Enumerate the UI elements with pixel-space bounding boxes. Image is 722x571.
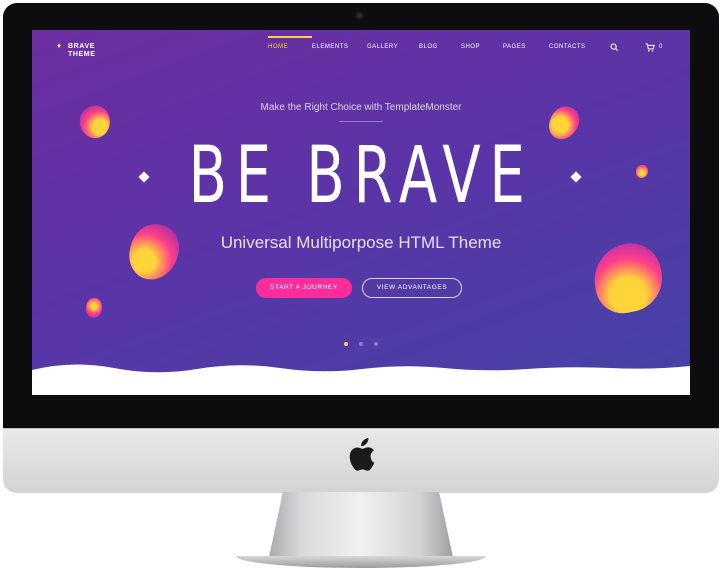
tagline-divider (339, 121, 383, 122)
hero-headline: BE BRAVE (188, 131, 534, 221)
imac-monitor: ♦ BRAVE THEME HOME ELEMENTS GALLERY BLOG… (0, 0, 722, 571)
cart-count: 0 (659, 44, 663, 50)
hero-wave-divider (32, 364, 690, 395)
webcam (355, 11, 364, 20)
decor-blob (86, 298, 102, 318)
decor-blob (636, 165, 648, 178)
logo-line-1: BRAVE (68, 43, 95, 50)
nav-item-blog[interactable]: BLOG (419, 44, 461, 50)
site-logo[interactable]: ♦ BRAVE THEME (57, 41, 96, 59)
hero-tagline: Make the Right Choice with TemplateMonst… (260, 102, 462, 113)
monitor-stand-neck (268, 492, 454, 562)
slider-dot[interactable] (359, 342, 363, 346)
main-menu: HOME ELEMENTS GALLERY BLOG SHOP PAGES CO… (268, 36, 599, 50)
nav-item-home[interactable]: HOME (268, 36, 312, 50)
nav-item-contacts[interactable]: CONTACTS (549, 44, 599, 50)
gem-icon: ♦ (57, 41, 62, 50)
logo-line-2: THEME (68, 51, 96, 58)
slider-dot-active[interactable] (344, 342, 348, 346)
start-journey-button[interactable]: START A JOURNEY (256, 278, 352, 298)
nav-item-elements[interactable]: ELEMENTS (312, 44, 367, 50)
site-header: ♦ BRAVE THEME HOME ELEMENTS GALLERY BLOG… (32, 30, 690, 70)
hero-subtitle: Universal Multiporpose HTML Theme (220, 233, 502, 252)
cart-icon[interactable] (645, 43, 655, 52)
slider-dot[interactable] (374, 342, 378, 346)
nav-item-pages[interactable]: PAGES (503, 44, 549, 50)
view-advantages-button[interactable]: VIEW ADVANTAGES (362, 278, 462, 298)
nav-item-gallery[interactable]: GALLERY (367, 44, 419, 50)
nav-item-shop[interactable]: SHOP (461, 44, 503, 50)
apple-logo-icon (349, 438, 375, 471)
search-icon[interactable] (610, 43, 619, 52)
monitor-stand-foot (236, 556, 486, 568)
website-screen: ♦ BRAVE THEME HOME ELEMENTS GALLERY BLOG… (32, 30, 690, 395)
